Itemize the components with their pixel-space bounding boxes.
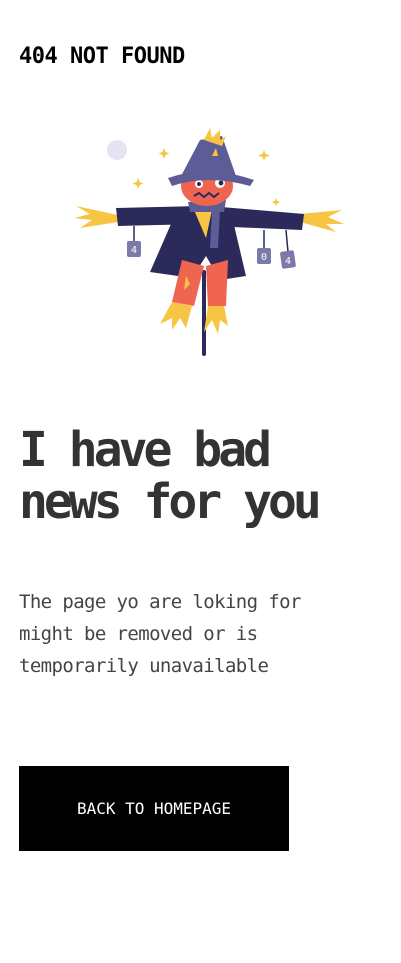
- can-label: 4: [285, 256, 291, 267]
- description-line: temporarily unavailable: [19, 655, 269, 677]
- can-label: 0: [261, 252, 267, 263]
- headline-line: I have bad: [19, 422, 272, 478]
- page-headline: I have bad news for you: [19, 424, 399, 528]
- error-description: The page yo are loking for might be remo…: [19, 586, 394, 682]
- description-line: might be removed or is: [19, 623, 258, 645]
- error-code-label: 404 NOT FOUND: [19, 44, 185, 69]
- back-to-homepage-button[interactable]: BACK TO HOMEPAGE: [19, 766, 289, 851]
- moon-icon: [107, 140, 127, 160]
- description-line: The page yo are loking for: [19, 591, 301, 613]
- can-label: 4: [131, 245, 137, 256]
- headline-line: news for you: [19, 474, 322, 530]
- scarecrow-icon: 4 0 4: [60, 120, 360, 365]
